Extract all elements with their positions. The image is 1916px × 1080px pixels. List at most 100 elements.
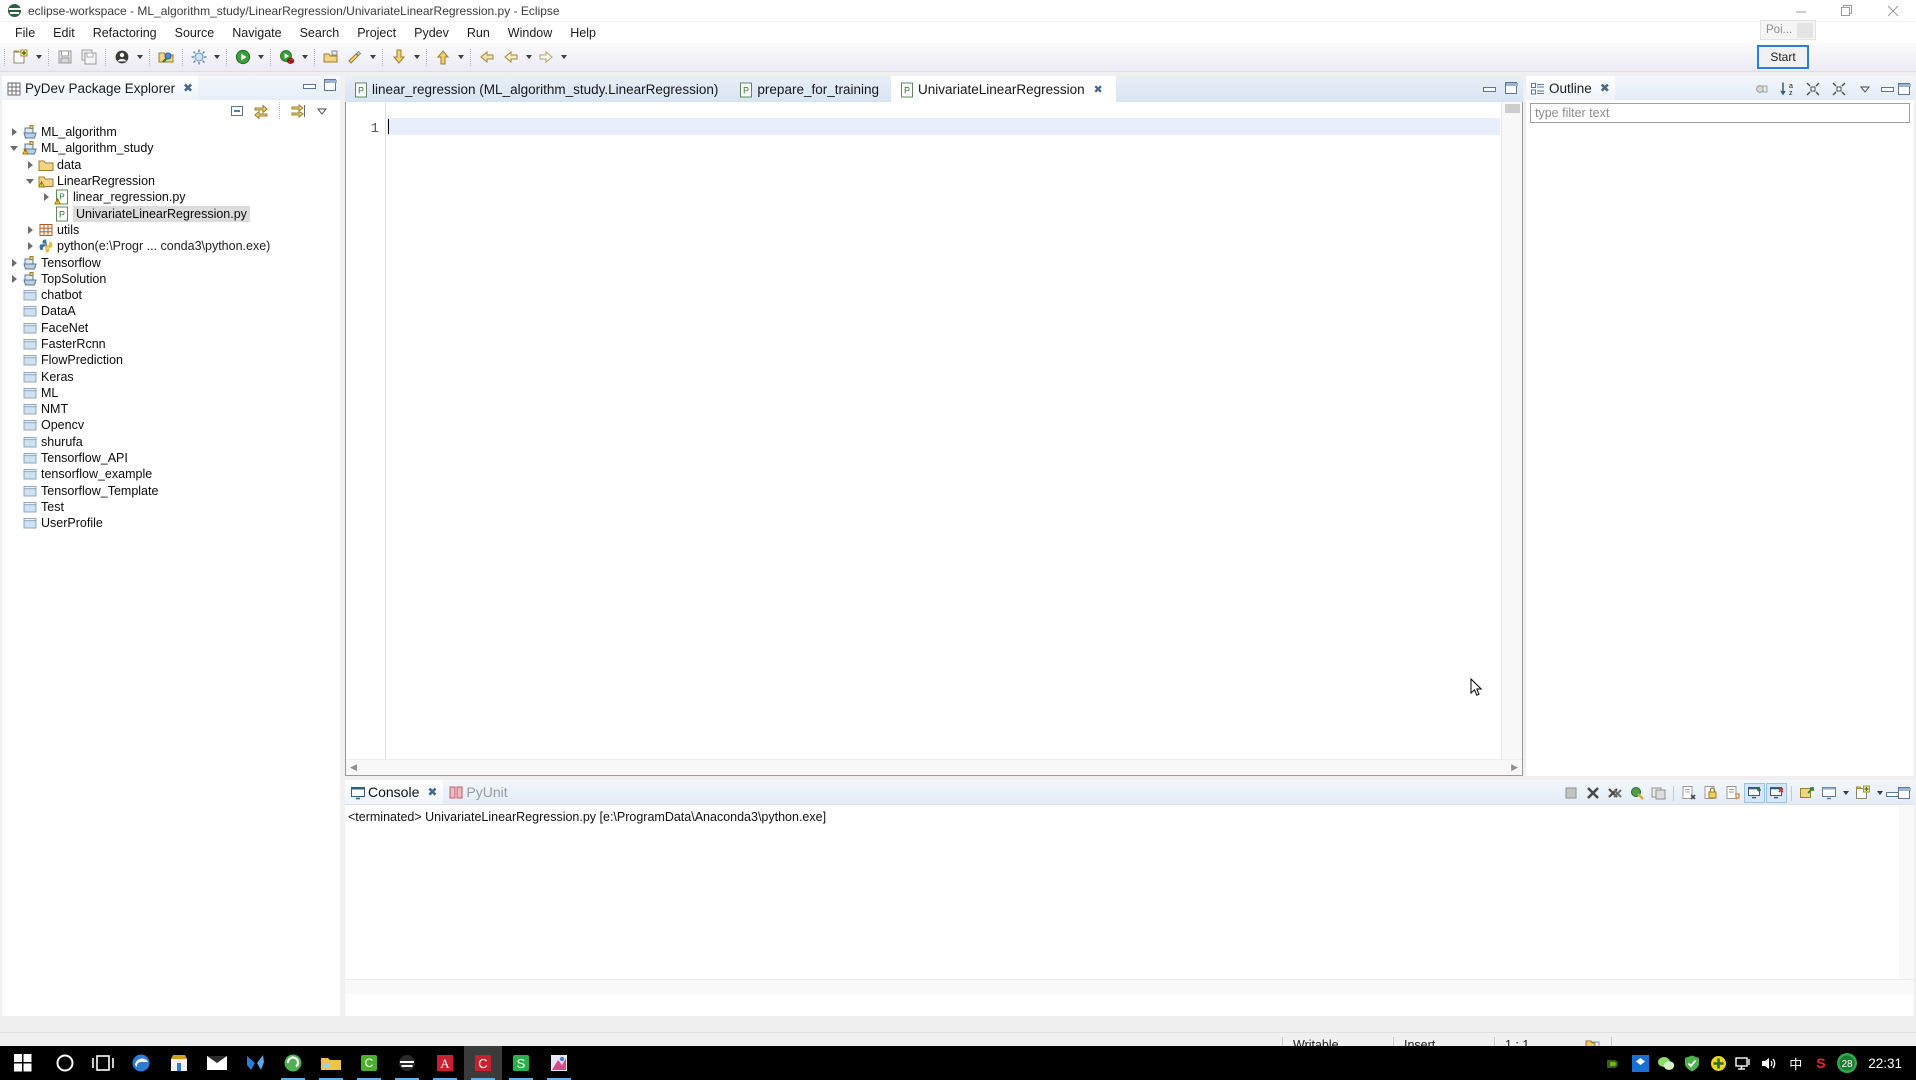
forward-dropdown-icon[interactable] xyxy=(558,46,569,68)
tree-item-topsolution[interactable]: TopSolution xyxy=(2,271,340,287)
forward-icon[interactable] xyxy=(535,46,557,68)
scroll-left-icon[interactable]: ◀ xyxy=(346,762,361,773)
print-dropdown-icon[interactable] xyxy=(134,46,145,68)
console-vertical-scrollbar[interactable] xyxy=(1899,805,1914,994)
chevron-right-icon[interactable] xyxy=(6,124,22,140)
download-dropdown-icon[interactable] xyxy=(411,46,422,68)
tree-item-fasterrcnn[interactable]: FasterRcnn xyxy=(2,336,340,352)
menu-source[interactable]: Source xyxy=(166,24,224,42)
tree-item-keras[interactable]: Keras xyxy=(2,368,340,384)
console-output-area[interactable]: <terminated> UnivariateLinearRegression.… xyxy=(345,804,1914,994)
pin-console-icon[interactable] xyxy=(1796,783,1817,803)
chevron-right-icon[interactable] xyxy=(6,255,22,271)
tab-pyunit[interactable]: PyUnit xyxy=(443,780,512,804)
open-resource-icon[interactable] xyxy=(155,46,177,68)
maximize-icon[interactable] xyxy=(1898,787,1911,799)
menu-refactoring[interactable]: Refactoring xyxy=(84,24,166,42)
display-selected-console-icon[interactable] xyxy=(1626,783,1647,803)
debug-dropdown-icon[interactable] xyxy=(299,46,310,68)
menu-pydev[interactable]: Pydev xyxy=(405,24,458,42)
sogou-icon[interactable]: S xyxy=(1808,1046,1834,1080)
editor-tab-prepare-for-training[interactable]: P prepare_for_training xyxy=(730,76,891,102)
view-menu-icon[interactable] xyxy=(1855,79,1875,98)
tree-item-utils[interactable]: utils xyxy=(2,222,340,238)
taskbar-clock[interactable]: 22:31 xyxy=(1860,1056,1912,1071)
tree-item-test[interactable]: Test xyxy=(2,499,340,515)
minimize-icon[interactable] xyxy=(1483,83,1496,94)
external-tools-icon[interactable] xyxy=(320,46,342,68)
tree-item-tensorflow-example[interactable]: tensorflow_example xyxy=(2,466,340,482)
minimize-icon[interactable] xyxy=(1886,788,1899,799)
tree-item-shurufa[interactable]: shurufa xyxy=(2,434,340,450)
windows-start-icon[interactable] xyxy=(0,1046,46,1080)
security-shield-icon[interactable] xyxy=(1679,1046,1705,1080)
start-button[interactable]: Start xyxy=(1757,45,1809,69)
code-editor[interactable]: 1 ◀ ▶ xyxy=(345,102,1523,776)
wechat-icon[interactable] xyxy=(1653,1046,1679,1080)
display-console-dropdown-icon[interactable] xyxy=(1840,782,1851,804)
view-menu-icon[interactable] xyxy=(312,101,332,120)
scroll-lock-icon[interactable] xyxy=(1700,783,1721,803)
tree-item-tensorflow-api[interactable]: Tensorflow_API xyxy=(2,450,340,466)
editor-tab-univariate-linear-regression[interactable]: P UnivariateLinearRegression ✖ xyxy=(891,76,1116,102)
print-icon[interactable] xyxy=(111,46,133,68)
open-console-icon[interactable] xyxy=(1648,783,1669,803)
tree-item-tensorflow-template[interactable]: Tensorflow_Template xyxy=(2,483,340,499)
minimize-icon[interactable] xyxy=(303,80,316,91)
show-console-on-output-icon[interactable] xyxy=(1744,783,1765,803)
word-wrap-icon[interactable] xyxy=(1722,783,1743,803)
tree-item-opencv[interactable]: Opencv xyxy=(2,417,340,433)
tree-item-univariatelinearregression-py[interactable]: P UnivariateLinearRegression.py xyxy=(2,205,340,222)
close-icon[interactable]: ✖ xyxy=(1599,82,1611,94)
tree-item-nmt[interactable]: NMT xyxy=(2,401,340,417)
foxmail-icon[interactable] xyxy=(236,1046,274,1080)
menu-file[interactable]: File xyxy=(6,24,44,42)
microsoft-store-icon[interactable] xyxy=(160,1046,198,1080)
new-wizard-icon[interactable] xyxy=(10,46,32,68)
minimize-icon[interactable] xyxy=(1881,83,1894,94)
focus-on-active-task-icon[interactable] xyxy=(288,101,308,120)
menu-run[interactable]: Run xyxy=(458,24,499,42)
chevron-right-icon[interactable] xyxy=(38,189,54,205)
snipaste-icon[interactable]: S xyxy=(502,1046,540,1080)
hide-fields-icon[interactable] xyxy=(1751,79,1771,98)
collapse-all-icon[interactable] xyxy=(1803,79,1823,98)
scroll-right-icon[interactable]: ▶ xyxy=(1507,762,1522,773)
chevron-right-icon[interactable] xyxy=(6,271,22,287)
chevron-right-icon[interactable] xyxy=(22,222,38,238)
ime-indicator[interactable]: 中 xyxy=(1783,1054,1808,1073)
new-wizard-dropdown-icon[interactable] xyxy=(33,46,44,68)
run-dropdown-icon[interactable] xyxy=(255,46,266,68)
chevron-down-icon[interactable] xyxy=(6,140,22,156)
chevron-down-icon[interactable] xyxy=(22,173,38,189)
back-icon[interactable] xyxy=(476,46,498,68)
close-icon[interactable]: ✖ xyxy=(426,786,438,798)
maximize-icon[interactable] xyxy=(1505,82,1518,94)
editor-vertical-scrollbar[interactable] xyxy=(1501,102,1522,775)
tree-item-tensorflow[interactable]: Tensorflow xyxy=(2,254,340,270)
tree-item-facenet[interactable]: FaceNet xyxy=(2,320,340,336)
tree-item-linearregression[interactable]: ! LinearRegression xyxy=(2,173,340,189)
acrobat-reader-icon[interactable]: A xyxy=(426,1046,464,1080)
editor-horizontal-scrollbar[interactable]: ◀ ▶ xyxy=(346,759,1522,775)
pydev-dropdown-icon[interactable] xyxy=(367,46,378,68)
tree-item-flowprediction[interactable]: FlowPrediction xyxy=(2,352,340,368)
edge-icon[interactable] xyxy=(122,1046,160,1080)
upload-dropdown-icon[interactable] xyxy=(455,46,466,68)
close-icon[interactable]: ✖ xyxy=(182,82,194,94)
dropbox-icon[interactable] xyxy=(1627,1046,1653,1080)
clear-console-icon[interactable] xyxy=(1678,783,1699,803)
maximize-button[interactable] xyxy=(1824,0,1870,22)
tree-item-linear-regression-py[interactable]: P! linear_regression.py xyxy=(2,189,340,205)
volume-icon[interactable] xyxy=(1757,1046,1783,1080)
chevron-right-icon[interactable] xyxy=(22,157,38,173)
cortana-icon[interactable] xyxy=(46,1046,84,1080)
remove-all-terminated-icon[interactable] xyxy=(1604,783,1625,803)
tree-item-ml-algorithm[interactable]: ML_algorithm xyxy=(2,124,340,140)
tab-outline[interactable]: Outline ✖ xyxy=(1526,76,1615,100)
save-icon[interactable] xyxy=(54,46,76,68)
build-dropdown-icon[interactable] xyxy=(211,46,222,68)
previous-edit-icon[interactable] xyxy=(500,46,522,68)
menu-navigate[interactable]: Navigate xyxy=(223,24,290,42)
task-view-icon[interactable] xyxy=(84,1046,122,1080)
